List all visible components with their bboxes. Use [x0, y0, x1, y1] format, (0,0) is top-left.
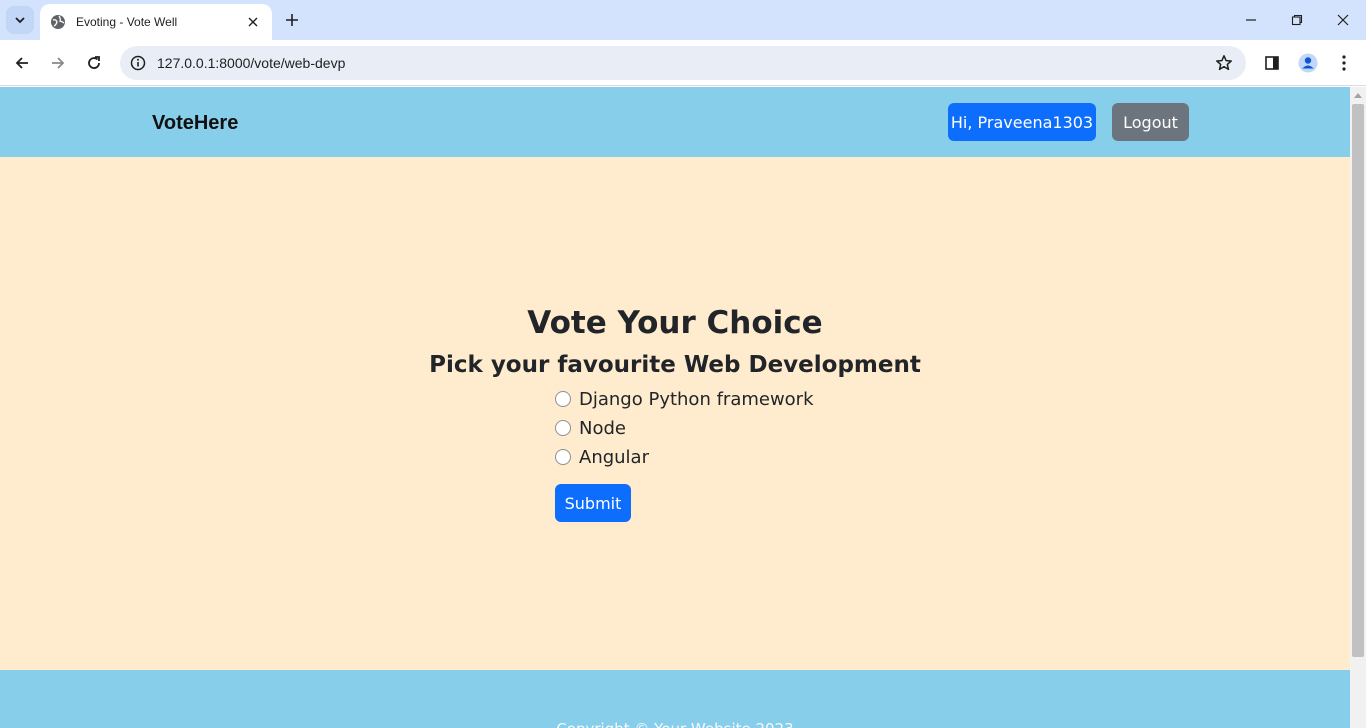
- scrollbar-thumb[interactable]: [1352, 104, 1364, 657]
- site-footer: Copyright © Your Website 2023: [0, 670, 1350, 728]
- option-node[interactable]: Node: [555, 416, 626, 440]
- tab-strip: Evoting - Vote Well: [0, 0, 1366, 40]
- address-bar[interactable]: 127.0.0.1:8000/vote/web-devp: [120, 46, 1246, 80]
- tab-search-icon: [15, 17, 25, 24]
- site-navbar: VoteHere Hi, Praveena1303 Logout: [0, 87, 1350, 157]
- tab-search-button[interactable]: [6, 6, 34, 34]
- tab-title: Evoting - Vote Well: [76, 15, 178, 29]
- close-icon[interactable]: [244, 13, 262, 31]
- kebab-menu-icon[interactable]: [1330, 49, 1358, 77]
- option-angular[interactable]: Angular: [555, 445, 649, 469]
- radio-button[interactable]: [555, 420, 571, 436]
- plus-icon[interactable]: [280, 8, 304, 32]
- greeting-button[interactable]: Hi, Praveena1303: [948, 103, 1096, 141]
- scroll-up-arrow-icon[interactable]: [1350, 87, 1366, 103]
- question-title: Pick your favourite Web Development: [429, 352, 921, 378]
- option-label: Angular: [579, 446, 649, 468]
- logout-button[interactable]: Logout: [1112, 103, 1189, 141]
- back-arrow-icon[interactable]: [8, 49, 36, 77]
- browser-toolbar: 127.0.0.1:8000/vote/web-devp: [0, 40, 1366, 86]
- radio-button[interactable]: [555, 449, 571, 465]
- minimize-icon[interactable]: [1228, 0, 1274, 40]
- page-viewport: VoteHere Hi, Praveena1303 Logout Vote Yo…: [0, 87, 1366, 728]
- option-label: Django Python framework: [579, 388, 814, 410]
- footer-copyright: Copyright © Your Website 2023: [0, 720, 1350, 728]
- forward-arrow-icon[interactable]: [44, 49, 72, 77]
- restore-icon[interactable]: [1274, 0, 1320, 40]
- browser-tab-active[interactable]: Evoting - Vote Well: [40, 4, 272, 40]
- url-text[interactable]: 127.0.0.1:8000/vote/web-devp: [157, 55, 345, 71]
- submit-button[interactable]: Submit: [555, 484, 631, 522]
- info-icon[interactable]: [128, 53, 148, 73]
- vertical-scrollbar[interactable]: [1350, 87, 1366, 728]
- star-icon[interactable]: [1214, 53, 1234, 73]
- vote-section: Vote Your Choice Pick your favourite Web…: [0, 157, 1350, 670]
- profile-icon[interactable]: [1294, 49, 1322, 77]
- option-django[interactable]: Django Python framework: [555, 387, 814, 411]
- radio-button[interactable]: [555, 391, 571, 407]
- option-label: Node: [579, 417, 626, 439]
- side-panel-icon[interactable]: [1258, 49, 1286, 77]
- page-title: Vote Your Choice: [527, 305, 823, 341]
- globe-icon: [50, 14, 66, 30]
- reload-icon[interactable]: [80, 49, 108, 77]
- brand-link[interactable]: VoteHere: [152, 112, 238, 135]
- close-window-icon[interactable]: [1320, 0, 1366, 40]
